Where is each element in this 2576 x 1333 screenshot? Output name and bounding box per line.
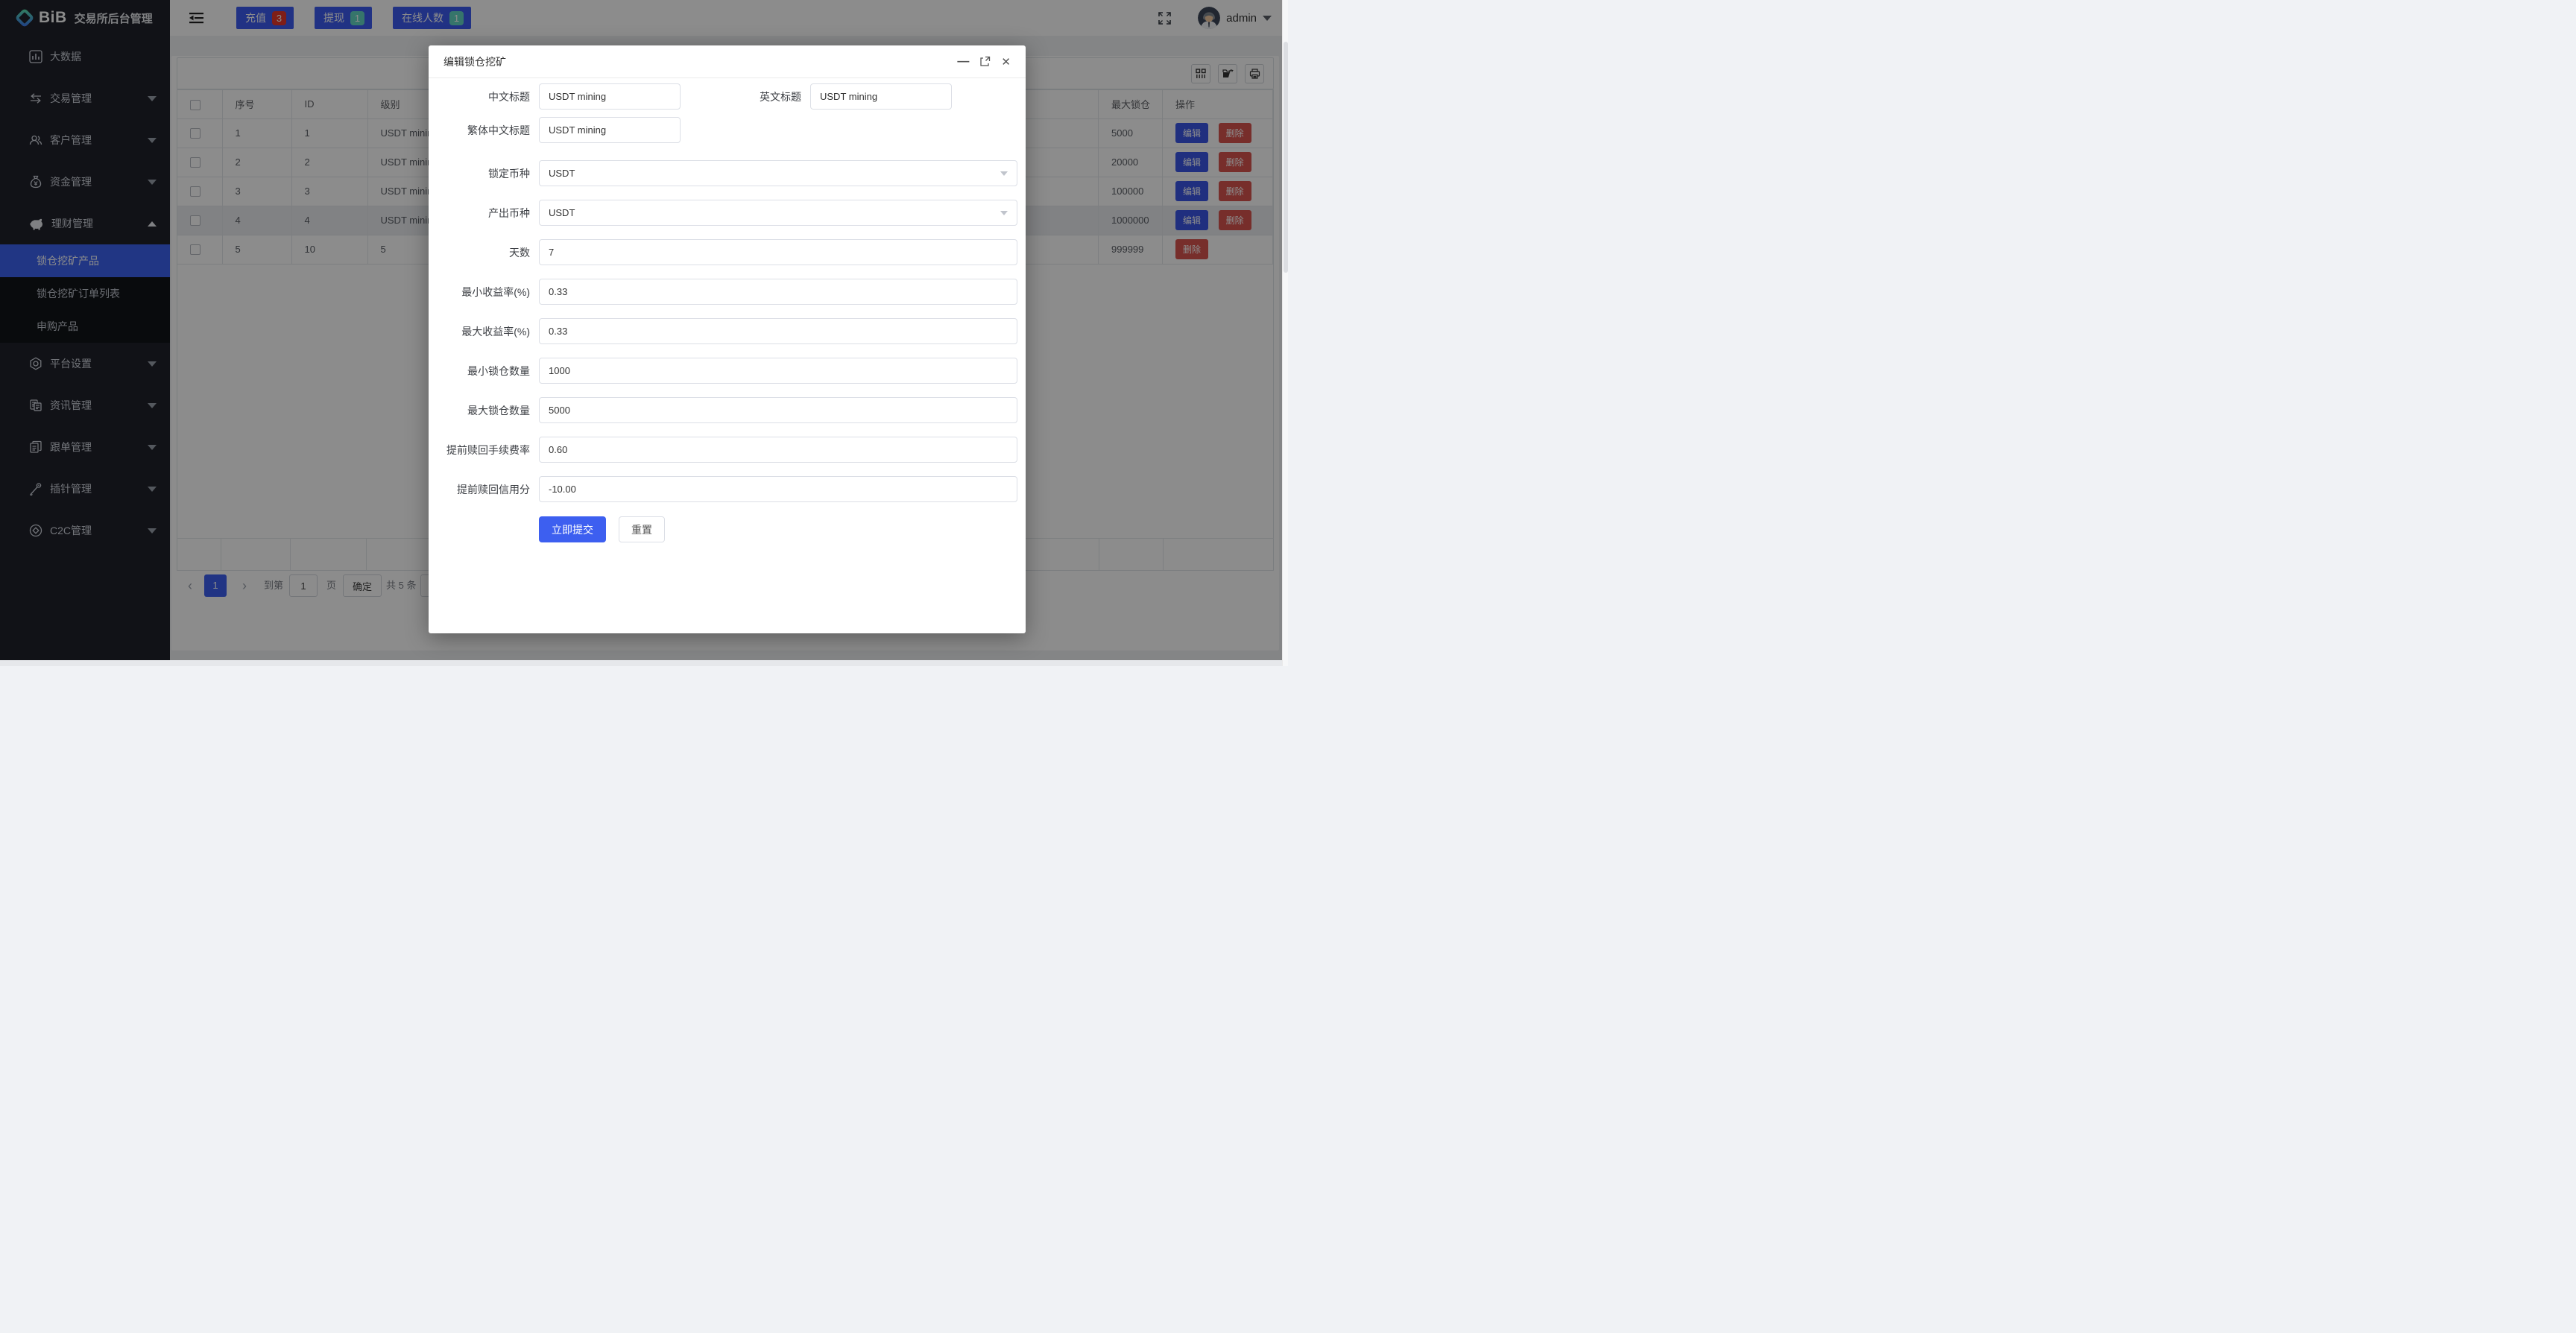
min-lock-input[interactable] <box>539 358 1017 384</box>
chevron-down-icon <box>1000 171 1008 176</box>
days-input[interactable] <box>539 239 1017 265</box>
dialog-header: 编辑锁仓挖矿 — ✕ <box>429 45 1026 78</box>
reset-button[interactable]: 重置 <box>619 516 665 542</box>
field-label: 天数 <box>429 245 539 260</box>
max-lock-input[interactable] <box>539 397 1017 423</box>
field-label: 繁体中文标题 <box>429 123 539 138</box>
edit-dialog: 编辑锁仓挖矿 — ✕ 中文标题 英文标题 繁体中文标题 <box>429 45 1026 633</box>
dialog-title: 编辑锁仓挖矿 <box>443 54 506 69</box>
field-label: 产出币种 <box>429 206 539 221</box>
tc-title-input[interactable] <box>539 117 681 143</box>
min-rate-input[interactable] <box>539 279 1017 305</box>
field-label: 最小锁仓数量 <box>429 364 539 379</box>
close-icon[interactable]: ✕ <box>1001 55 1011 69</box>
field-label: 英文标题 <box>681 89 810 104</box>
chevron-down-icon <box>1000 211 1008 215</box>
max-rate-input[interactable] <box>539 318 1017 344</box>
redeem-fee-input[interactable] <box>539 437 1017 463</box>
field-label: 最大锁仓数量 <box>429 403 539 418</box>
dialog-form: 中文标题 英文标题 繁体中文标题 锁定币种 USDT 产出币种 USDT <box>429 83 1026 542</box>
output-coin-select[interactable]: USDT <box>539 200 1017 226</box>
submit-button[interactable]: 立即提交 <box>539 516 606 542</box>
horizontal-scrollbar[interactable] <box>0 660 1288 666</box>
redeem-credit-input[interactable] <box>539 476 1017 502</box>
app-root: 充值 3 提现 1 在线人数 1 <box>0 0 1288 666</box>
field-label: 提前赎回信用分 <box>429 482 539 497</box>
field-label: 锁定币种 <box>429 166 539 181</box>
field-label: 提前赎回手续费率 <box>429 443 539 457</box>
cn-title-input[interactable] <box>539 83 681 110</box>
vertical-scrollbar[interactable] <box>1282 0 1288 666</box>
en-title-input[interactable] <box>810 83 952 110</box>
field-label: 最大收益率(%) <box>429 324 539 339</box>
field-label: 最小收益率(%) <box>429 285 539 300</box>
maximize-icon[interactable] <box>979 56 991 67</box>
lock-coin-select[interactable]: USDT <box>539 160 1017 186</box>
minimize-icon[interactable]: — <box>957 58 969 66</box>
field-label: 中文标题 <box>429 89 539 104</box>
